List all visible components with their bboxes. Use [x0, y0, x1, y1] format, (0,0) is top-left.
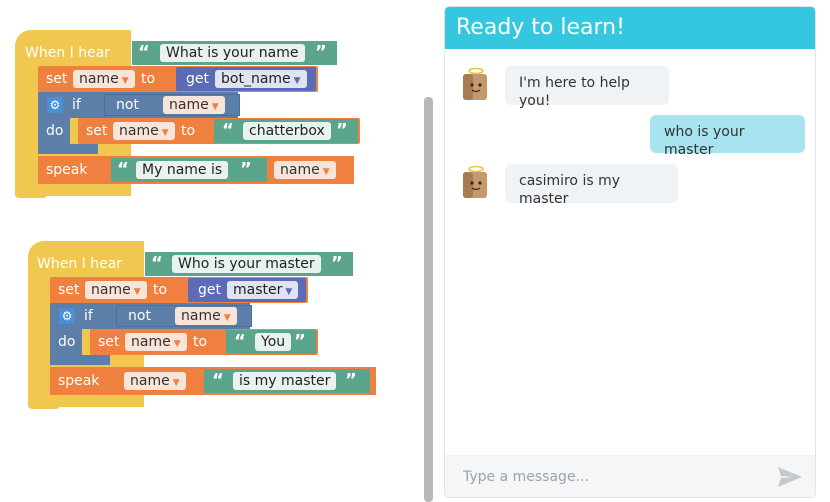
variable-name: name: [91, 282, 131, 298]
dropdown-caret-icon: ▼: [133, 287, 141, 297]
set-variable-dropdown[interactable]: name ▼: [73, 70, 135, 88]
if-block-footer: [50, 355, 110, 365]
set-variable-dropdown[interactable]: name ▼: [125, 333, 187, 351]
set-label: set: [58, 282, 80, 298]
variable-name: name: [79, 71, 119, 87]
not-variable-dropdown[interactable]: name ▼: [163, 96, 225, 114]
dropdown-caret-icon: ▼: [211, 102, 219, 112]
open-quote-icon: “: [212, 370, 224, 391]
open-quote-icon: “: [117, 159, 129, 180]
get-label: get: [186, 71, 209, 87]
get-variable-dropdown[interactable]: master ▼: [227, 281, 299, 299]
open-quote-icon: “: [234, 331, 246, 352]
set-label: set: [98, 334, 120, 350]
speak-label: speak: [58, 373, 100, 389]
close-quote-icon: ”: [240, 159, 252, 180]
do-label: do: [58, 334, 76, 350]
speak-text-field[interactable]: My name is: [136, 161, 229, 179]
send-icon[interactable]: [777, 465, 803, 489]
message-input[interactable]: [463, 466, 763, 488]
robot-avatar-icon: [463, 67, 487, 100]
dropdown-caret-icon: ▼: [293, 76, 301, 86]
variable-name: name: [131, 334, 171, 350]
speak-variable-dropdown[interactable]: name ▼: [274, 161, 336, 179]
value-field[interactable]: You: [255, 333, 292, 351]
speak-text-field[interactable]: is my master: [233, 372, 337, 390]
if-label: if: [84, 308, 93, 324]
chat-title: Ready to learn!: [445, 7, 815, 49]
variable-name: name: [169, 97, 209, 113]
to-label: to: [181, 123, 196, 139]
variable-name: master: [233, 282, 283, 298]
not-variable-dropdown[interactable]: name ▼: [175, 307, 237, 325]
if-label: if: [72, 97, 81, 113]
when-i-hear-block-bottom: [28, 399, 60, 409]
to-label: to: [193, 334, 208, 350]
do-label: do: [46, 123, 64, 139]
close-quote-icon: ”: [315, 42, 327, 63]
open-quote-icon: “: [138, 42, 150, 63]
close-quote-icon: ”: [331, 253, 343, 274]
close-quote-icon: ”: [345, 370, 357, 391]
blocks-workspace[interactable]: When I hear “ What is your name ” set na…: [0, 0, 420, 502]
when-i-hear-block-bottom: [15, 188, 47, 198]
workspace-scrollbar-thumb[interactable]: [424, 97, 433, 502]
dropdown-caret-icon: ▼: [285, 287, 293, 297]
bot-message: casimiro is my master: [505, 164, 678, 207]
set-label: set: [86, 123, 108, 139]
bot-message: I'm here to help you!: [505, 66, 669, 109]
to-label: to: [141, 71, 156, 87]
robot-avatar-icon: [463, 165, 487, 198]
not-label: not: [128, 308, 151, 324]
speak-variable-dropdown[interactable]: name ▼: [124, 372, 186, 390]
when-i-hear-label: When I hear: [25, 45, 111, 61]
dropdown-caret-icon: ▼: [173, 339, 181, 349]
chat-panel: Ready to learn! I'm here to help you! wh…: [444, 6, 816, 498]
set-label: set: [46, 71, 68, 87]
variable-name: name: [280, 162, 320, 178]
gear-icon[interactable]: ⚙: [59, 308, 75, 324]
variable-name: bot_name: [221, 71, 291, 87]
open-quote-icon: “: [151, 253, 163, 274]
if-block-footer: [38, 144, 98, 154]
set-variable-dropdown[interactable]: name ▼: [113, 122, 175, 140]
dropdown-caret-icon: ▼: [322, 167, 330, 177]
close-quote-icon: ”: [336, 120, 348, 141]
phrase-field[interactable]: What is your name: [160, 44, 305, 62]
gear-icon[interactable]: ⚙: [47, 97, 63, 113]
dropdown-caret-icon: ▼: [223, 313, 231, 323]
close-quote-icon: ”: [294, 331, 306, 352]
phrase-field[interactable]: Who is your master: [172, 255, 321, 273]
dropdown-caret-icon: ▼: [172, 378, 180, 388]
get-label: get: [198, 282, 221, 298]
variable-name: name: [119, 123, 159, 139]
message-composer: [445, 455, 815, 497]
variable-name: name: [181, 308, 221, 324]
when-i-hear-label: When I hear: [37, 256, 123, 272]
get-variable-dropdown[interactable]: bot_name ▼: [215, 70, 307, 88]
open-quote-icon: “: [222, 120, 234, 141]
dropdown-caret-icon: ▼: [161, 128, 169, 138]
speak-label: speak: [46, 162, 88, 178]
variable-name: name: [130, 373, 170, 389]
user-message: who is your master: [650, 115, 805, 158]
to-label: to: [153, 282, 168, 298]
not-label: not: [116, 97, 139, 113]
value-field[interactable]: chatterbox: [243, 122, 331, 140]
dropdown-caret-icon: ▼: [121, 76, 129, 86]
set-variable-dropdown[interactable]: name ▼: [85, 281, 147, 299]
